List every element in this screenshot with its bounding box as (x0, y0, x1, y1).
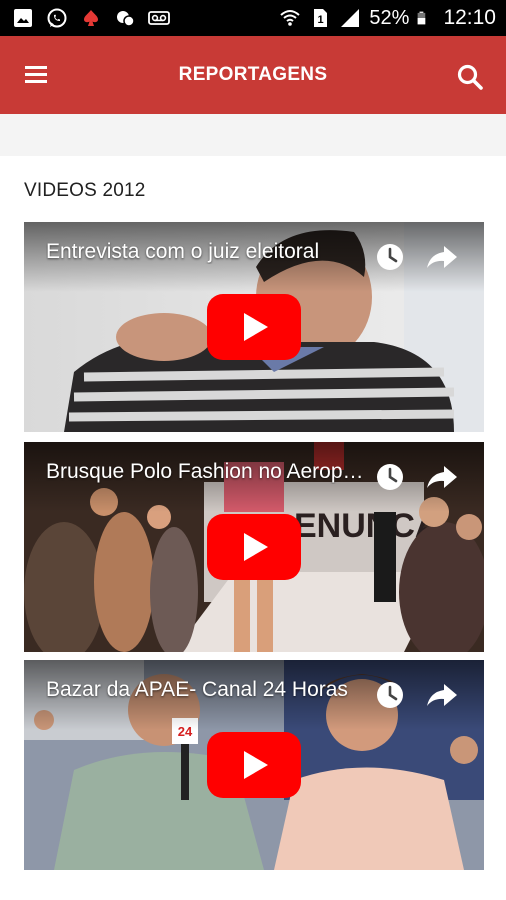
video-title: Bazar da APAE- Canal 24 Horas (46, 678, 348, 701)
signal-icon (341, 9, 360, 27)
svg-text:1: 1 (318, 14, 324, 26)
chat-icon (117, 11, 135, 27)
video-title: Brusque Polo Fashion no Aeroporto (46, 460, 368, 483)
whatsapp-icon (47, 8, 67, 28)
share-icon[interactable] (426, 682, 458, 708)
status-bar: 1 52% 12:10 (0, 0, 506, 36)
search-icon[interactable] (456, 63, 484, 91)
video-card[interactable]: ENUNCA Brusque Polo Fashion no Aeroporto (24, 442, 484, 652)
video-card[interactable]: Entrevista com o juiz eleitoral (24, 222, 484, 432)
play-button[interactable] (207, 732, 301, 798)
video-card[interactable]: 24 Bazar da APAE- Canal 24 Horas (24, 660, 484, 870)
menu-icon[interactable] (22, 63, 50, 87)
gallery-icon (14, 9, 32, 27)
play-button[interactable] (207, 294, 301, 360)
top-spacer (0, 114, 506, 156)
share-icon[interactable] (426, 464, 458, 490)
clock: 12:10 (443, 6, 496, 29)
app-bar: REPORTAGENS (0, 36, 506, 114)
voicemail-icon (148, 11, 170, 25)
sim-icon: 1 (314, 9, 328, 27)
poker-icon (84, 10, 98, 26)
play-button[interactable] (207, 514, 301, 580)
system-icons: 1 52% 12:10 (279, 6, 496, 30)
battery-percent: 52% (369, 6, 410, 29)
watch-later-icon[interactable] (375, 242, 405, 272)
page-title: REPORTAGENS (178, 64, 328, 85)
watch-later-icon[interactable] (375, 680, 405, 710)
notification-icons (12, 7, 170, 29)
wifi-icon (280, 10, 301, 26)
watch-later-icon[interactable] (375, 462, 405, 492)
share-icon[interactable] (426, 244, 458, 270)
video-title: Entrevista com o juiz eleitoral (46, 240, 320, 263)
battery-icon (418, 11, 426, 25)
section-title: VIDEOS 2012 (24, 180, 146, 201)
